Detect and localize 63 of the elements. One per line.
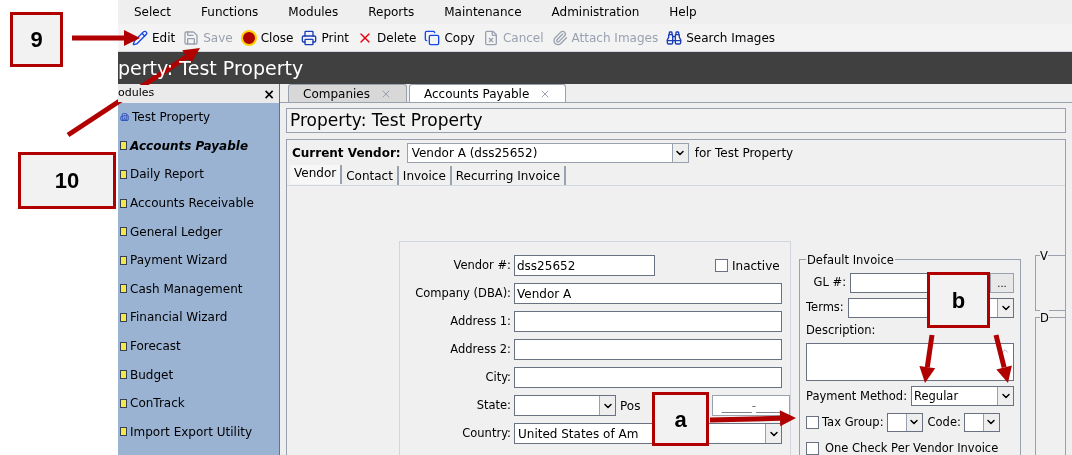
sidebar-item[interactable]: Payment Wizard bbox=[118, 245, 279, 275]
callout-tooltip: 10 bbox=[18, 152, 116, 209]
field-label: Terms: bbox=[806, 299, 844, 317]
menu-item[interactable]: Maintenance bbox=[444, 3, 522, 21]
checkbox-label: Inactive bbox=[732, 257, 780, 275]
payment-select[interactable]: Regular bbox=[911, 386, 1014, 407]
sidebar-item[interactable]: General Ledger bbox=[118, 217, 279, 246]
vendor-label: Current Vendor: bbox=[292, 145, 401, 162]
form-tab[interactable]: Vendor bbox=[290, 165, 343, 184]
field-label: Vendor #: bbox=[452, 256, 512, 274]
toolbar-button[interactable]: Delete bbox=[357, 28, 417, 47]
menu-item[interactable]: Help bbox=[669, 3, 697, 21]
field-label: Company (DBA): bbox=[414, 284, 512, 302]
toolbar-button[interactable]: Copy bbox=[424, 28, 475, 47]
text-field[interactable]: Vendor A bbox=[514, 283, 782, 304]
field-label: Country: bbox=[461, 424, 512, 442]
callout-tooltip: 9 bbox=[10, 12, 63, 67]
postal-field[interactable]: _____-____ bbox=[712, 395, 790, 416]
browse-button[interactable]: ... bbox=[990, 273, 1014, 293]
menu-item[interactable]: Modules bbox=[288, 3, 339, 21]
field-label: City: bbox=[484, 368, 512, 386]
callout-tooltip: b bbox=[927, 272, 990, 328]
field-label: Address 1: bbox=[449, 312, 512, 330]
toolbar-button[interactable]: Edit bbox=[132, 28, 176, 47]
toolbar-button[interactable]: Close bbox=[240, 28, 294, 47]
field-label: Code: bbox=[927, 413, 961, 431]
sidebar-item[interactable]: ConTrack bbox=[118, 388, 279, 418]
sidebar-item[interactable]: Test Property bbox=[118, 103, 279, 132]
toolbar-button[interactable]: Print bbox=[301, 28, 350, 47]
field-label: Address 2: bbox=[449, 340, 512, 358]
callout-tooltip: a bbox=[652, 392, 709, 446]
sidebar-item[interactable]: Financial Wizard bbox=[118, 303, 279, 332]
form-tab[interactable]: Recurring Invoice bbox=[451, 166, 567, 185]
sidebar-item[interactable]: Budget bbox=[118, 360, 279, 389]
field-label: Pos bbox=[620, 397, 642, 415]
sidebar-item[interactable]: Forecast bbox=[118, 331, 279, 361]
page-heading: Property: Test Property bbox=[286, 108, 1066, 133]
menu-item[interactable]: Functions bbox=[201, 3, 259, 21]
sidebar-item[interactable]: Accounts Payable bbox=[118, 131, 279, 161]
sidebar-item[interactable]: Accounts Receivable bbox=[118, 188, 279, 218]
document-tab[interactable]: Accounts Payable bbox=[408, 84, 567, 102]
vendor-select[interactable]: Vendor A (dss25652) bbox=[406, 143, 689, 163]
sidebar-item[interactable]: Cash Management bbox=[118, 274, 279, 304]
field-label: Description: bbox=[806, 322, 876, 339]
document-tab[interactable]: Companies bbox=[288, 84, 407, 102]
field-label: State: bbox=[475, 396, 512, 414]
sidebar-header: odules bbox=[118, 85, 155, 102]
toolbar-button[interactable]: Search Images bbox=[666, 28, 776, 47]
window-title: perty: Test Property bbox=[118, 55, 304, 81]
sidebar-item[interactable]: Daily Report bbox=[118, 160, 279, 189]
form-tab[interactable]: Contact bbox=[342, 166, 399, 185]
vendor-property-text: for Test Property bbox=[694, 145, 794, 162]
menu-item[interactable]: Administration bbox=[551, 3, 640, 21]
field-label: Payment Method: bbox=[806, 387, 907, 405]
text-field[interactable]: dss25652 bbox=[514, 255, 655, 276]
field-label: GL #: bbox=[812, 274, 846, 292]
form-tab[interactable]: Invoice bbox=[398, 166, 452, 185]
menu-item[interactable]: Select bbox=[134, 3, 172, 21]
sidebar-item[interactable]: Import Export Utility bbox=[118, 417, 279, 447]
menu-item[interactable]: Reports bbox=[368, 3, 415, 21]
checkbox-label: Tax Group: bbox=[822, 413, 884, 431]
close-button[interactable]: × bbox=[263, 86, 275, 101]
checkbox-label: One Check Per Vendor Invoice bbox=[825, 439, 999, 455]
